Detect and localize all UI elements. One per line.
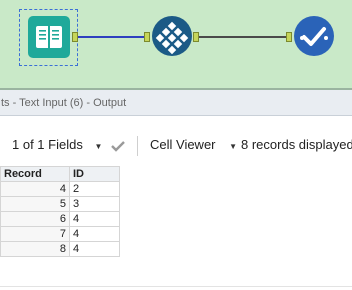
- fields-dropdown[interactable]: 1 of 1 Fields ▼: [12, 127, 102, 165]
- results-toolbar: 1 of 1 Fields ▼ Cell Viewer ▼ 8 records …: [0, 127, 352, 163]
- cell-viewer-label: Cell Viewer: [150, 137, 216, 152]
- results-title: ts - Text Input (6) - Output: [0, 90, 352, 116]
- record-cell[interactable]: 4: [0, 181, 70, 197]
- grid-bottom-border: [0, 286, 352, 287]
- table-row[interactable]: 8 4: [0, 241, 120, 257]
- caret-down-icon: ▼: [94, 142, 103, 151]
- id-cell[interactable]: 2: [69, 181, 120, 197]
- records-count: 8 records displayed: [241, 137, 352, 152]
- id-cell[interactable]: 4: [69, 211, 120, 227]
- workflow-canvas[interactable]: [0, 0, 352, 88]
- record-cell[interactable]: 6: [0, 211, 70, 227]
- record-cell[interactable]: 5: [0, 196, 70, 212]
- diamond-grid-icon: [155, 21, 189, 55]
- record-cell[interactable]: 7: [0, 226, 70, 242]
- connection-line: [199, 36, 287, 38]
- text-input-tool[interactable]: [28, 16, 70, 58]
- caret-down-icon: ▼: [229, 142, 238, 151]
- table-row[interactable]: 4 2: [0, 181, 120, 197]
- checkmark-button[interactable]: [110, 127, 126, 163]
- toolbar-separator: [137, 136, 138, 156]
- id-cell[interactable]: 4: [69, 226, 120, 242]
- id-cell[interactable]: 3: [69, 196, 120, 212]
- column-header-record[interactable]: Record: [0, 166, 70, 182]
- results-grid[interactable]: Record ID 4 2 5 3 6 4 7 4 8 4: [0, 166, 120, 257]
- table-row[interactable]: 7 4: [0, 226, 120, 242]
- input-anchor[interactable]: [144, 32, 150, 42]
- book-icon: [36, 26, 62, 48]
- fields-label: 1 of 1 Fields: [12, 137, 83, 152]
- check-icon: [111, 140, 125, 152]
- id-cell[interactable]: 4: [69, 241, 120, 257]
- connection-line: [78, 36, 145, 38]
- table-row[interactable]: 5 3: [0, 196, 120, 212]
- output-tool[interactable]: [294, 16, 334, 56]
- cell-viewer-dropdown[interactable]: Cell Viewer ▼: [150, 127, 237, 165]
- column-header-id[interactable]: ID: [69, 166, 120, 182]
- transform-tool[interactable]: [152, 16, 192, 56]
- checkmark-icon: [300, 27, 328, 46]
- input-anchor[interactable]: [286, 32, 292, 42]
- record-cell[interactable]: 8: [0, 241, 70, 257]
- table-row[interactable]: 6 4: [0, 211, 120, 227]
